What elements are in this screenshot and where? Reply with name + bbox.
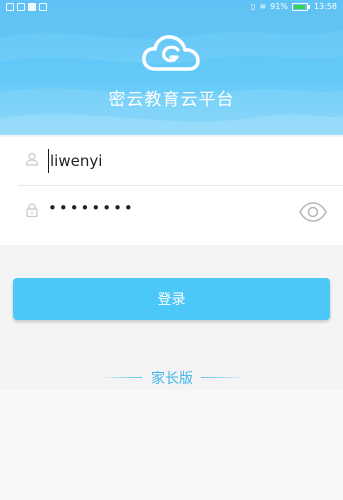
wifi-icon: ≋ bbox=[259, 2, 267, 11]
lock-icon bbox=[26, 203, 38, 217]
notification-icon bbox=[17, 3, 25, 11]
battery-percent: 91% bbox=[270, 2, 288, 11]
heart-icon bbox=[28, 3, 36, 11]
cloud-icon bbox=[142, 35, 200, 71]
battery-icon bbox=[291, 2, 308, 11]
status-bar: ▯ ≋ 91% 13:58 bbox=[0, 0, 343, 16]
bottom-area bbox=[0, 390, 343, 500]
user-icon bbox=[25, 152, 39, 166]
field-divider bbox=[18, 185, 343, 186]
app-title: 密云教育云平台 bbox=[108, 90, 235, 110]
username-row bbox=[0, 137, 343, 185]
notification-icons bbox=[6, 3, 47, 11]
password-input[interactable]: •••••••• bbox=[48, 199, 288, 223]
notification-icon bbox=[6, 3, 14, 11]
password-row: •••••••• bbox=[0, 187, 343, 235]
edition-label: 家长版 bbox=[151, 371, 193, 387]
login-screen: ▯ ≋ 91% 13:58 密云教育云平台 liwenyi •••••••• 登… bbox=[0, 0, 343, 500]
edition-divider-left bbox=[100, 377, 142, 378]
shield-icon bbox=[39, 3, 47, 11]
eye-icon[interactable] bbox=[298, 202, 328, 222]
vibrate-icon: ▯ bbox=[251, 2, 256, 11]
login-button[interactable]: 登录 bbox=[13, 278, 330, 320]
edition-divider-right bbox=[201, 377, 245, 378]
system-status: ▯ ≋ 91% 13:58 bbox=[251, 2, 337, 11]
login-form: •••••••• bbox=[0, 137, 343, 245]
header-banner: ▯ ≋ 91% 13:58 密云教育云平台 bbox=[0, 0, 343, 135]
username-input[interactable] bbox=[48, 149, 288, 173]
clock-time: 13:58 bbox=[313, 2, 337, 11]
